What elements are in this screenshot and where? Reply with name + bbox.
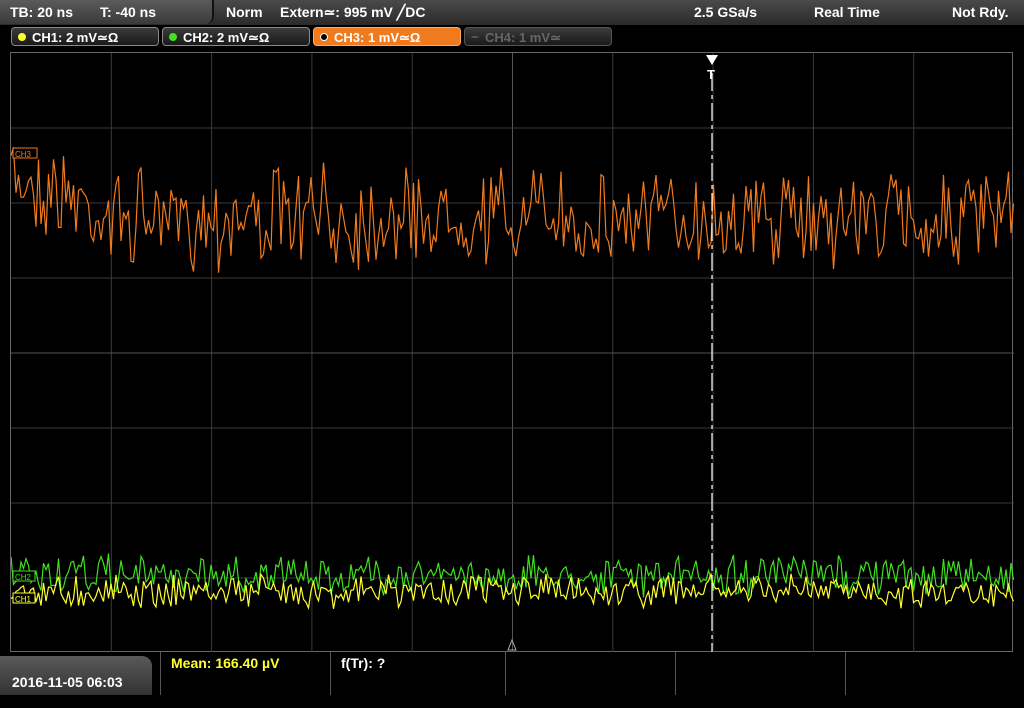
measurement-slot-5[interactable]	[845, 652, 1024, 695]
measurement-ftr[interactable]: f(Tr): ?	[330, 652, 505, 695]
mean-readout: Mean: 166.40 µV	[171, 655, 280, 671]
channel-tabs: CH1: 2 mV≃Ω CH2: 2 mV≃Ω CH3: 1 mV≃Ω CH4:…	[0, 25, 1024, 49]
measurement-slot-4[interactable]	[675, 652, 845, 695]
trigger-mode[interactable]: Norm	[226, 4, 263, 20]
ch1-indicator-icon	[18, 33, 26, 41]
sample-rate: 2.5 GSa/s	[694, 4, 758, 20]
trigger-offset-value: T: -40 ns	[100, 4, 157, 20]
ch3-offset-marker[interactable]: CH3	[12, 147, 38, 159]
acquisition-status: Not Rdy.	[952, 4, 1009, 20]
timebase-value: TB: 20 ns	[10, 4, 74, 20]
channel-tab-label: CH1: 2 mV≃Ω	[32, 30, 119, 45]
channel-tab-ch4[interactable]: CH4: 1 mV≃	[464, 27, 612, 46]
channel-tab-ch1[interactable]: CH1: 2 mV≃Ω	[11, 27, 159, 46]
timebase-panel[interactable]: TB: 20 ns T: -40 ns	[0, 0, 214, 24]
channel-tab-ch2[interactable]: CH2: 2 mV≃Ω	[162, 27, 310, 46]
trigger-position-icon[interactable]	[706, 55, 718, 65]
ch4-indicator-icon	[471, 36, 479, 38]
ch1-marker-label: CH1	[15, 595, 32, 604]
acquisition-mode[interactable]: Real Time	[814, 4, 880, 20]
measurement-mean[interactable]: Mean: 166.40 µV	[160, 652, 330, 695]
channel-tab-label: CH2: 2 mV≃Ω	[183, 30, 270, 45]
ch3-indicator-icon	[320, 33, 328, 41]
graticule	[11, 53, 1014, 653]
trigger-source[interactable]: Extern≃: 995 mV ╱DC	[280, 4, 425, 21]
waveform-svg: T CH3 CH2 CH1	[10, 53, 1015, 653]
channel-tab-ch3[interactable]: CH3: 1 mV≃Ω	[313, 27, 461, 46]
ch1-offset-marker[interactable]: CH1	[12, 592, 36, 604]
waveform-display[interactable]: T CH3 CH2 CH1	[10, 52, 1015, 653]
channel-tab-label: CH4: 1 mV≃	[485, 30, 561, 45]
ch2-marker-label: CH2	[15, 573, 32, 582]
date-time-display: 2016-11-05 06:03	[0, 656, 152, 695]
channel-tab-label: CH3: 1 mV≃Ω	[334, 30, 421, 45]
measurement-slot-3[interactable]	[505, 652, 675, 695]
ch2-indicator-icon	[169, 33, 177, 41]
trigger-marker-label: T	[707, 67, 715, 82]
ch2-offset-marker[interactable]: CH2	[12, 570, 36, 582]
status-bar: TB: 20 ns T: -40 ns Norm Extern≃: 995 mV…	[0, 0, 1024, 26]
ftr-readout: f(Tr): ?	[341, 655, 386, 671]
ch3-marker-label: CH3	[15, 150, 32, 159]
